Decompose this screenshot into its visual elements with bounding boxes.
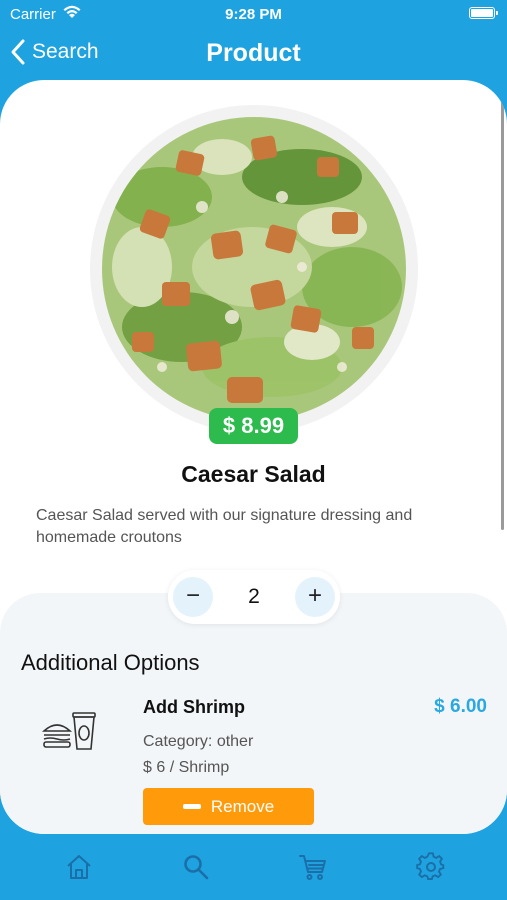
quantity-value: 2 <box>248 585 260 608</box>
quantity-stepper: − 2 + <box>168 570 340 624</box>
clock: 9:28 PM <box>225 6 282 23</box>
tab-settings[interactable] <box>416 852 446 882</box>
battery-icon <box>469 7 498 19</box>
fast-food-icon <box>41 709 98 751</box>
product-image <box>102 117 406 421</box>
option-price: $ 6.00 <box>434 696 487 717</box>
tab-bar <box>0 834 507 900</box>
remove-button-label: Remove <box>210 796 275 816</box>
product-image-frame <box>90 105 418 433</box>
navigation-bar: Search Product <box>0 30 507 76</box>
tab-home[interactable] <box>64 852 94 882</box>
increase-quantity-button[interactable]: + <box>295 577 335 617</box>
remove-option-button[interactable]: Remove <box>143 788 314 825</box>
product-card: $ 8.99 Caesar Salad Caesar Salad served … <box>0 80 507 834</box>
product-description: Caesar Salad served with our signature d… <box>36 507 413 546</box>
settings-icon <box>416 852 445 880</box>
status-bar: Carrier 9:28 PM <box>0 0 507 30</box>
tab-search[interactable] <box>181 852 211 882</box>
tab-cart[interactable] <box>298 852 328 882</box>
product-name: Caesar Salad <box>181 461 326 487</box>
option-category: Category: other <box>143 733 254 750</box>
page-title: Product <box>206 39 301 67</box>
option-unit-price: $ 6 / Shrimp <box>143 759 230 776</box>
home-icon <box>67 855 91 879</box>
options-heading: Additional Options <box>21 650 200 675</box>
option-name: Add Shrimp <box>143 697 245 717</box>
additional-options-panel: Additional Options Add Shrimp $ 6.00 Cat… <box>0 593 507 834</box>
cart-icon <box>299 855 326 880</box>
minus-icon <box>182 804 201 809</box>
decrease-quantity-button[interactable]: − <box>173 577 213 617</box>
price-badge: $ 8.99 <box>209 408 298 444</box>
search-icon <box>184 855 209 880</box>
